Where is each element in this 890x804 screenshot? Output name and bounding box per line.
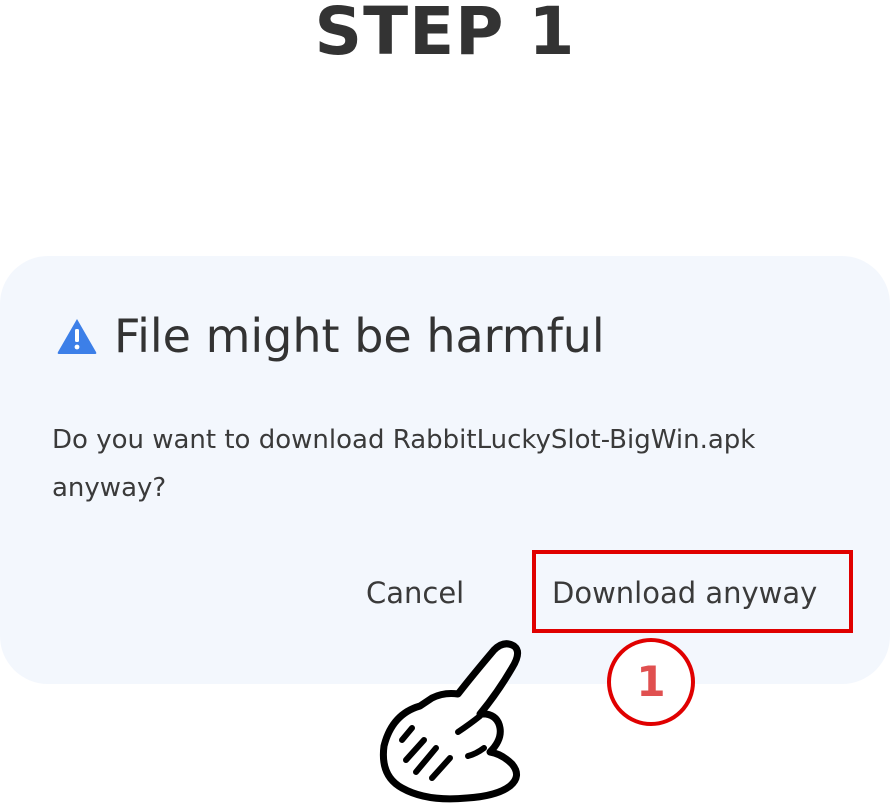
step-title: STEP 1 <box>314 0 576 70</box>
pointing-hand-icon <box>372 636 542 804</box>
cancel-button[interactable]: Cancel <box>366 573 464 613</box>
dialog-message: Do you want to download RabbitLuckySlot-… <box>52 425 756 503</box>
dialog-header: File might be harmful <box>56 308 605 364</box>
dialog-title: File might be harmful <box>114 309 605 363</box>
highlight-box <box>532 550 853 633</box>
step-marker: 1 <box>607 638 695 726</box>
warning-icon <box>56 317 98 355</box>
